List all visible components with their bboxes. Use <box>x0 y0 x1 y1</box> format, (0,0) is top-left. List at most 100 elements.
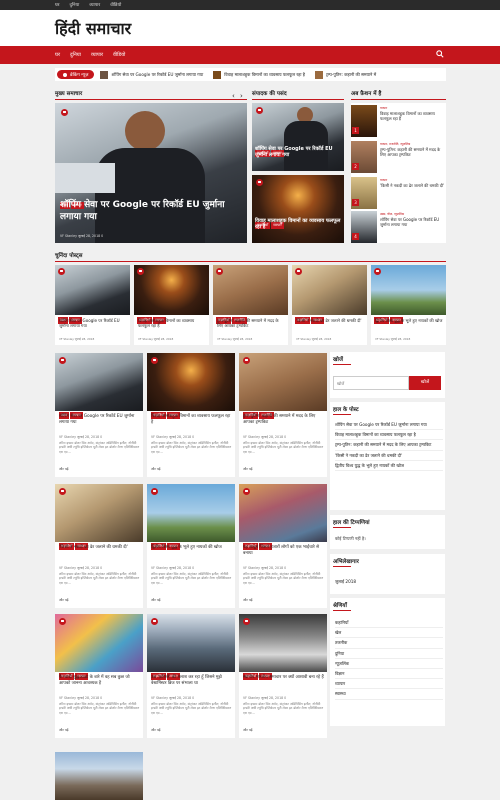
editors-title[interactable]: विवाह मालाशहुक विमानों का व्यवसाय फलफूल … <box>255 218 341 231</box>
post-card[interactable]: कहानियाँ व्यापार 'किसी ने नकदी का ढेर जला… <box>55 484 143 608</box>
post-card[interactable]: कहानियाँ राजनीति ट्रम्प-पुतिन: कहानी की स… <box>239 353 327 477</box>
fashion-item[interactable]: 3 व्यापार 'किसी ने नकदी का ढेर जलाने की … <box>351 177 446 209</box>
editors-title[interactable]: शॉपिंग सेवा पर Google पर रिकॉर्ड EU जुर्… <box>255 146 341 159</box>
post-card[interactable] <box>55 752 143 800</box>
hero-article[interactable]: उद्यम व्यापार शॉपिंग सेवा पर Google पर रि… <box>55 103 247 243</box>
fashion-title: अब फ़ैशन में है <box>351 91 382 97</box>
post-meta: VF Stanley जुलाई 28, 2018 0 <box>59 566 103 570</box>
post-excerpt: लोरेम इप्सम डोलर सिट अमेट, कंट्रांकट अडि… <box>151 441 232 454</box>
nav-item-business[interactable]: व्यापार <box>91 52 103 58</box>
recent-post-link[interactable]: विवाह मालाशहुक विमानों का व्यवसाय फलफूल … <box>335 430 443 441</box>
chevron-right-icon[interactable]: › <box>240 92 243 100</box>
fashion-item[interactable]: 4 उद्यम, चीज़, न्यूज़लिंक शॉपिंग सेवा पर… <box>351 211 446 243</box>
category-link[interactable]: दुनिया <box>335 649 443 659</box>
recent-post-link[interactable]: शॉपिंग सेवा पर Google पर रिकॉर्ड EU जुर्… <box>335 420 443 431</box>
post-title[interactable]: ट्रम्प-पुतिन: कहानी की समयाने में मदद के… <box>243 414 324 425</box>
read-more-link[interactable]: और पढ़ें <box>151 466 161 471</box>
category-link[interactable]: कहानियाँ <box>335 618 443 629</box>
pick-title[interactable]: शॉपिंग सेवा पर Google पर रिकॉर्ड EU जुर्… <box>59 318 127 328</box>
pick-card[interactable]: कहानियाँ व्यापार विवाह मालाशहुक विमानों क… <box>134 265 209 345</box>
editors-pick-item[interactable]: कहानियाँ व्यापार शॉपिंग सेवा पर Google पर… <box>252 103 344 171</box>
post-title[interactable]: विवाह मालाशहुक विमानों का व्यवसाय फलफूल … <box>151 414 232 425</box>
fashion-item[interactable]: 1 व्यापार विवाह मालाशहुक विमानों का व्यव… <box>351 105 446 137</box>
person-head-shape <box>125 111 165 151</box>
post-title[interactable]: 'किसी ने नकदी का ढेर जलाने की धमकी दी' <box>59 545 140 551</box>
recent-post-link[interactable]: ट्रम्प-पुतिन: कहानी की समयाने में मदद के… <box>335 440 443 451</box>
divider <box>333 610 351 611</box>
archive-link[interactable]: जुलाई 2018 <box>335 579 356 585</box>
nav-item-world[interactable]: दुनिया <box>70 52 81 58</box>
pick-meta: VF Stanley जुलाई 28, 2018 <box>296 337 332 341</box>
post-title[interactable]: फैनवादी शुद्धआउट के बारे में वह सब कुछ ज… <box>59 675 140 686</box>
top-link-business[interactable]: व्यापार <box>89 2 100 8</box>
post-title[interactable]: यह साबुन जिसने हजारों लोगों को एक भाईचार… <box>243 545 324 556</box>
pick-title[interactable]: विवाह मालाशहुक विमानों का व्यवसाय फलफूल … <box>138 318 206 328</box>
fashion-tags[interactable]: व्यापार, राजनीति, न्यूज़लिंक <box>380 142 445 146</box>
read-more-link[interactable]: और पढ़ें <box>243 727 253 732</box>
post-card[interactable]: कहानियाँ व्यापार द्वितीय विश्व युद्ध के भ… <box>147 484 235 608</box>
nav-item-video[interactable]: वीडियो <box>113 52 125 58</box>
recent-post-link[interactable]: 'किसी ने नकदी का ढेर जलाने की धमकी दी' <box>335 451 443 461</box>
fashion-title[interactable]: विवाह मालाशहुक विमानों का व्यवसाय फलफूल … <box>380 111 445 121</box>
post-title[interactable]: उस 'फ़रिश्ते' की तलाश कर रहा हूँ जिसने म… <box>151 675 232 686</box>
post-title[interactable]: शॉपिंग सेवा पर Google पर रिकॉर्ड EU जुर्… <box>59 414 140 425</box>
category-link[interactable]: न्यूज़लिंक <box>335 659 443 670</box>
read-more-link[interactable]: और पढ़ें <box>243 597 253 602</box>
nav-item-home[interactable]: घर <box>55 52 60 58</box>
fashion-title[interactable]: 'किसी ने नकदी का ढेर जलाने की धमकी दी' <box>380 183 445 188</box>
post-title[interactable]: स्थानीय भारतीय समाचार पर क्यों आशावी बना… <box>243 675 324 681</box>
category-link[interactable]: व्यापार <box>335 679 443 690</box>
search-button[interactable]: खोजें <box>409 376 441 390</box>
fashion-title[interactable]: शॉपिंग सेवा पर Google पर रिकॉर्ड EU जुर्… <box>380 217 445 227</box>
pick-card[interactable]: कहानियाँ राजनीति ट्रम्प-पुतिन: कहानी की स… <box>213 265 288 345</box>
post-card[interactable]: कहानियाँ व्यापार फैनवादी शुद्धआउट के बारे… <box>55 614 143 738</box>
category-link[interactable]: विज्ञान <box>335 669 443 680</box>
pick-card[interactable]: कहानियाँ व्यापार 'किसी ने नकदी का ढेर जला… <box>292 265 367 345</box>
hero-title[interactable]: शॉपिंग सेवा पर Google पर रिकॉर्ड EU जुर्… <box>60 199 240 223</box>
read-more-link[interactable]: और पढ़ें <box>151 597 161 602</box>
category-link[interactable]: तकनीक <box>335 638 443 649</box>
category-link[interactable]: स्वास्थ्य <box>335 689 443 700</box>
post-card[interactable]: उद्यम व्यापार शॉपिंग सेवा पर Google पर रि… <box>55 353 143 477</box>
post-excerpt: लोरेम इप्सम डोलर सिट अमेट, कंट्रांकट अडि… <box>243 441 324 454</box>
post-card[interactable]: कहानियाँ व्यापार यह साबुन जिसने हजारों लो… <box>239 484 327 608</box>
editors-pick-item[interactable]: कहानियाँ व्यापार विवाह मालाशहुक विमानों क… <box>252 175 344 243</box>
ticker-item[interactable]: विवाह मालाशहुक विमानों का व्यवसाय फलफूल … <box>213 70 305 79</box>
post-meta: VF Stanley जुलाई 28, 2018 0 <box>59 696 103 700</box>
pick-title[interactable]: ट्रम्प-पुतिन: कहानी की समयाने में मदद के… <box>217 318 285 328</box>
read-more-link[interactable]: और पढ़ें <box>59 597 69 602</box>
ticker-thumb <box>314 70 323 79</box>
fashion-tags[interactable]: व्यापार <box>380 106 387 110</box>
pick-card[interactable]: उद्यम व्यापार शॉपिंग सेवा पर Google पर रि… <box>55 265 130 345</box>
ticker-item[interactable]: शॉपिंग सेवा पर Google पर रिकॉर्ड EU जुर्… <box>100 70 203 79</box>
search-input[interactable] <box>333 376 409 390</box>
top-link-world[interactable]: दुनिया <box>70 2 80 8</box>
read-more-link[interactable]: और पढ़ें <box>59 466 69 471</box>
divider <box>55 261 446 262</box>
pick-title[interactable]: 'किसी ने नकदी का ढेर जलाने की धमकी दी' <box>296 318 364 323</box>
post-title[interactable]: द्वितीय विश्व युद्ध के भूले हुए नायकों क… <box>151 545 232 551</box>
pick-title[interactable]: द्वितीय विश्व युद्ध के भूले हुए नायकों क… <box>375 318 443 323</box>
post-card[interactable]: कहानियाँ व्यापार विवाह मालाशहुक विमानों क… <box>147 353 235 477</box>
header: हिंदी समाचार <box>0 10 500 46</box>
search-widget-title: खोजें <box>333 357 344 363</box>
post-card[interactable]: कहानियाँ व्यापार स्थानीय भारतीय समाचार पर… <box>239 614 327 738</box>
fashion-tags[interactable]: व्यापार <box>380 178 387 182</box>
search-icon[interactable] <box>436 50 444 58</box>
top-link-video[interactable]: वीडियो <box>110 2 121 8</box>
read-more-link[interactable]: और पढ़ें <box>59 727 69 732</box>
fashion-title[interactable]: ट्रम्प-पुतिन: कहानी की समयाने में मदद के… <box>380 147 445 157</box>
post-meta: VF Stanley जुलाई 28, 2018 0 <box>243 696 287 700</box>
recent-post-link[interactable]: द्वितीय विश्व युद्ध के भूले हुए नायकों क… <box>335 461 443 472</box>
chevron-left-icon[interactable]: ‹ <box>232 92 235 100</box>
top-link-home[interactable]: घर <box>55 2 60 8</box>
fashion-tags[interactable]: उद्यम, चीज़, न्यूज़लिंक <box>380 212 445 216</box>
site-logo[interactable]: हिंदी समाचार <box>55 17 131 39</box>
pick-card[interactable]: कहानियाँ व्यापार द्वितीय विश्व युद्ध के भ… <box>371 265 446 345</box>
post-card[interactable]: कहानियाँ व्यापार उस 'फ़रिश्ते' की तलाश कर… <box>147 614 235 738</box>
read-more-link[interactable]: और पढ़ें <box>243 466 253 471</box>
read-more-link[interactable]: और पढ़ें <box>151 727 161 732</box>
ticker-item[interactable]: ट्रम्प-पुतिन: कहानी की समयाने में <box>314 70 376 79</box>
category-link[interactable]: खेल <box>335 628 443 639</box>
fashion-item[interactable]: 2 व्यापार, राजनीति, न्यूज़लिंक ट्रम्प-पु… <box>351 141 446 173</box>
